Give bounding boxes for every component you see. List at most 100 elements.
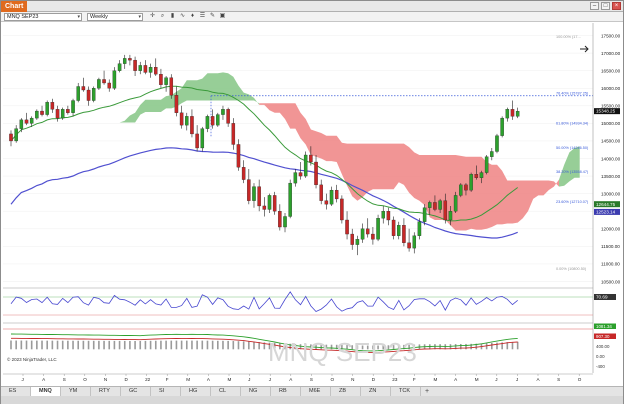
instrument-selector[interactable]: MNQ SEP23 ▾ xyxy=(4,13,82,21)
candle-body xyxy=(500,117,504,136)
candle-body xyxy=(29,117,34,124)
candle-body xyxy=(112,70,117,89)
x-tick-label: F xyxy=(413,377,416,382)
candle-body xyxy=(86,89,91,101)
macd-histogram-bar xyxy=(30,340,33,350)
minimize-button[interactable]: – xyxy=(590,2,599,10)
x-tick-label: J xyxy=(495,377,497,382)
instrument-watermark: MNQ SEP23 xyxy=(268,337,417,367)
chart-area[interactable]: 100.00% (17... 76.40% (15787.25) 61.80% (1… xyxy=(3,23,623,385)
macd-histogram-bar xyxy=(134,340,136,350)
x-tick-label: S xyxy=(310,377,313,382)
tab-cl[interactable]: CL xyxy=(211,387,241,396)
candle-body xyxy=(288,182,292,217)
candle-body xyxy=(278,211,282,228)
sma-slow-label: 12523.14 xyxy=(596,210,616,215)
y-tick-label: 16500.00 xyxy=(601,68,621,73)
snapshot-icon[interactable]: ▣ xyxy=(219,13,226,20)
candle-body xyxy=(9,133,13,142)
tab-ym[interactable]: YM xyxy=(61,387,91,396)
candle-body xyxy=(505,109,510,119)
macd-histogram-bar xyxy=(41,340,43,350)
candle-body xyxy=(443,200,448,221)
candle-body xyxy=(350,233,354,245)
candle-body xyxy=(329,189,334,205)
candle-body xyxy=(76,86,80,101)
tab-es[interactable]: ES xyxy=(1,387,31,396)
tab-gc[interactable]: GC xyxy=(121,387,151,396)
candle-body xyxy=(45,102,49,115)
macd-axis-label: 400.00 xyxy=(596,344,610,349)
zoom-icon[interactable]: ⌕ xyxy=(159,13,166,20)
fib-level-label: 61.80% (14934.34) xyxy=(556,122,589,126)
candle-body xyxy=(360,228,365,240)
candle-body xyxy=(164,77,168,85)
properties-icon[interactable]: ☰ xyxy=(199,13,206,20)
macd-histogram-bar xyxy=(206,340,209,350)
y-tick-label: 10500.00 xyxy=(601,279,621,284)
candle-body xyxy=(402,225,406,243)
status-bar xyxy=(1,396,623,404)
x-tick-label: J xyxy=(269,377,271,382)
candle-body xyxy=(216,114,220,126)
y-tick-label: 16000.00 xyxy=(601,86,621,91)
add-tab-button[interactable]: + xyxy=(421,387,429,396)
interval-value: Weekly xyxy=(90,14,108,20)
candle-body xyxy=(319,184,323,201)
tab-zn[interactable]: ZN xyxy=(361,387,391,396)
bars-icon[interactable]: ▮ xyxy=(169,13,176,20)
drawing-icon[interactable]: ✎ xyxy=(209,13,216,20)
crosshair-icon[interactable]: ✛ xyxy=(149,13,156,20)
fib-level-label: 100.00% (17... xyxy=(556,35,581,39)
close-button[interactable]: × xyxy=(612,2,621,10)
tab-ng[interactable]: NG xyxy=(241,387,271,396)
macd-histogram-bar xyxy=(248,341,250,350)
macd-histogram-bar xyxy=(67,340,69,350)
macd-histogram-bar xyxy=(185,340,188,350)
candle-body xyxy=(205,116,210,129)
macd-histogram-bar xyxy=(232,341,235,350)
macd-histogram-bar xyxy=(61,340,64,350)
macd-histogram-bar xyxy=(98,340,100,350)
price-chart[interactable]: 100.00% (17... 76.40% (15787.25) 61.80% (1… xyxy=(3,23,623,385)
tab-si[interactable]: SI xyxy=(151,387,181,396)
candle-body xyxy=(236,144,241,168)
macd-histogram-bar xyxy=(46,340,48,350)
candle-body xyxy=(407,242,411,249)
candle-body xyxy=(490,151,494,157)
tab-hg[interactable]: HG xyxy=(181,387,211,396)
candle-body xyxy=(102,79,106,84)
tab-rty[interactable]: RTY xyxy=(91,387,121,396)
macd-histogram-bar xyxy=(165,340,167,350)
y-tick-label: 17000.00 xyxy=(601,51,621,56)
x-tick-label: M xyxy=(434,377,438,382)
x-tick-label: N xyxy=(104,377,107,382)
y-tick-label: 17500.00 xyxy=(601,33,621,38)
candle-body xyxy=(309,154,313,163)
window-title: Chart xyxy=(1,1,28,12)
x-tick-label: O xyxy=(83,377,87,382)
candle-body xyxy=(190,116,194,135)
maximize-button[interactable]: □ xyxy=(601,2,610,10)
sma-fast-label: 12644.75 xyxy=(596,202,616,207)
macd-histogram-bar xyxy=(139,341,142,350)
tab-zb[interactable]: ZB xyxy=(331,387,361,396)
macd-histogram-bar xyxy=(87,340,90,350)
fib-level-label: 76.40% (15787.25) xyxy=(556,92,589,96)
candle-body xyxy=(97,79,101,89)
candle-body xyxy=(148,67,153,73)
macd-histogram-bar xyxy=(211,340,214,350)
x-tick-label: J xyxy=(22,377,24,382)
strategy-icon[interactable]: ♦ xyxy=(189,13,196,20)
tab-mnq[interactable]: MNQ xyxy=(31,387,61,396)
tab-tck[interactable]: TCK xyxy=(391,387,421,396)
interval-selector[interactable]: Weekly ▾ xyxy=(87,13,143,21)
candle-body xyxy=(169,77,174,96)
tab-rb[interactable]: RB xyxy=(271,387,301,396)
tab-m6e[interactable]: M6E xyxy=(301,387,331,396)
candle-body xyxy=(138,65,142,71)
candle-body xyxy=(117,63,122,71)
rsi-value-label: 70.69 xyxy=(596,295,608,300)
candle-body xyxy=(241,167,246,180)
indicator-icon[interactable]: ∿ xyxy=(179,13,186,20)
